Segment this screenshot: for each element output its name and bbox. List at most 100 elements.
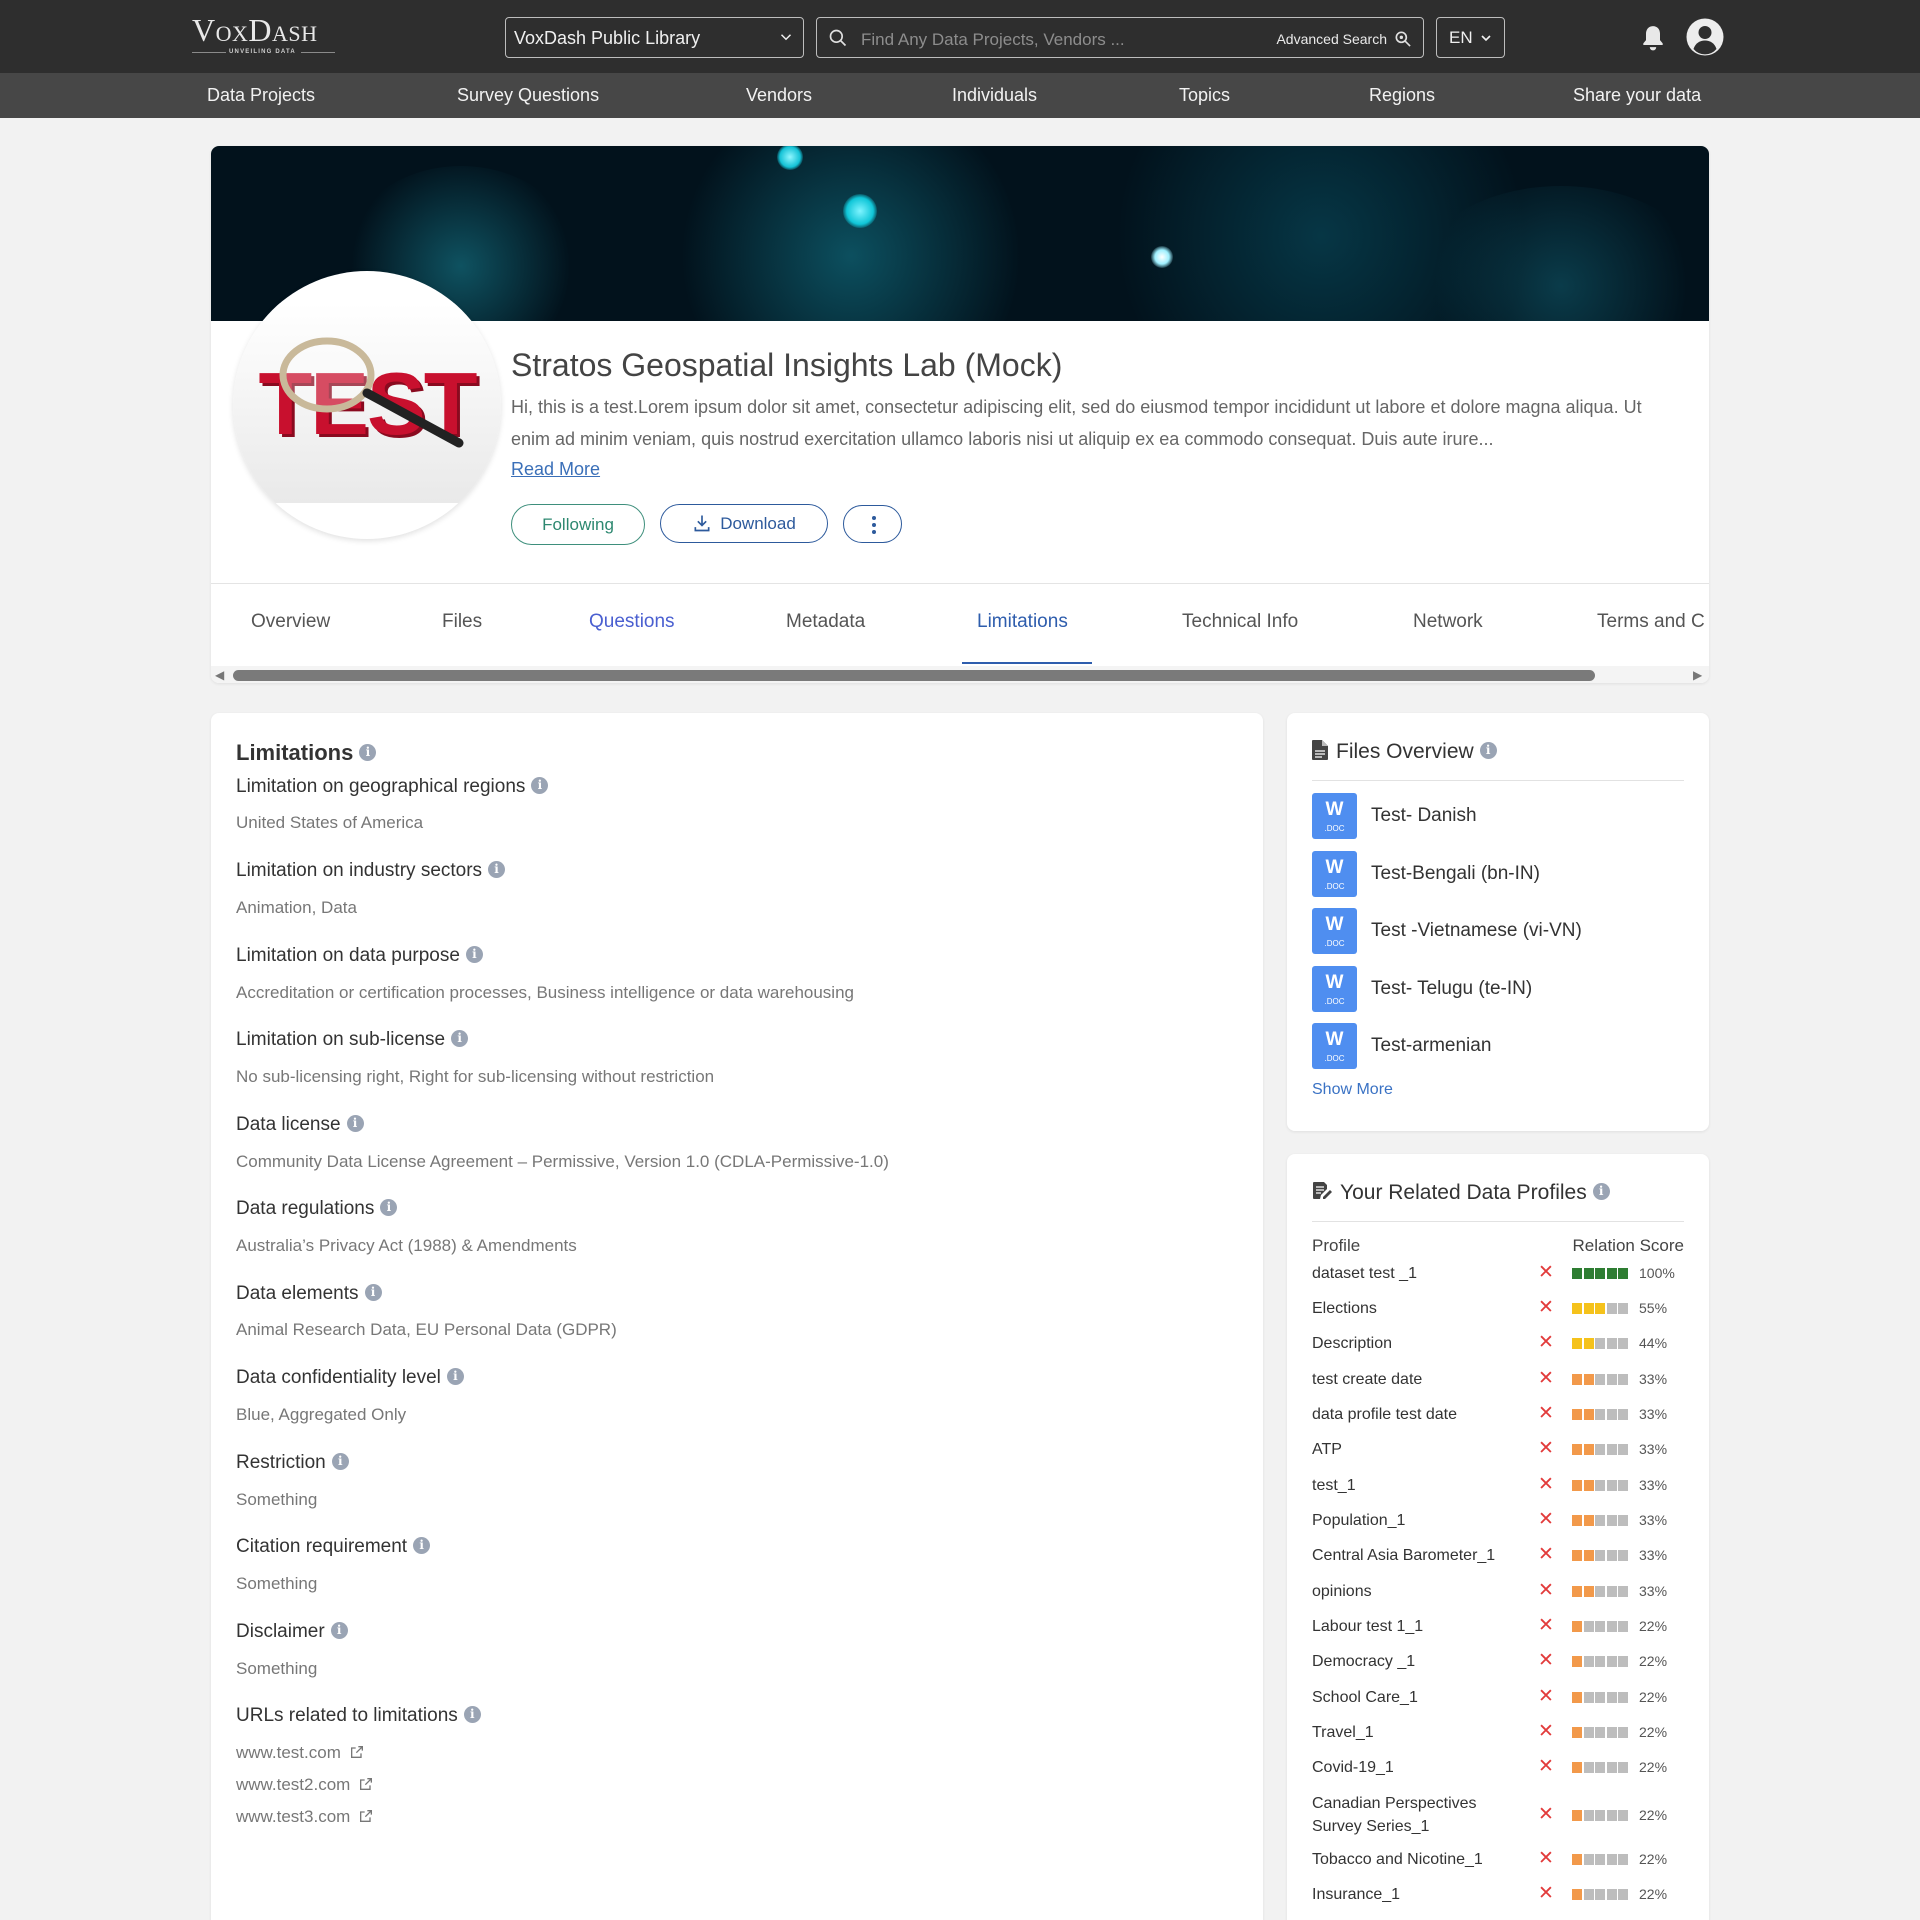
- related-profile-row[interactable]: test create date ✕ 33%: [1312, 1368, 1684, 1391]
- related-profile-name[interactable]: Description: [1312, 1332, 1517, 1355]
- logo[interactable]: VoxDash: [192, 14, 318, 46]
- related-profile-row[interactable]: test_1 ✕ 33%: [1312, 1474, 1684, 1497]
- remove-icon[interactable]: ✕: [1538, 1404, 1554, 1424]
- scroll-right-icon[interactable]: ▶: [1693, 668, 1702, 682]
- related-profile-row[interactable]: Population_1 ✕ 33%: [1312, 1509, 1684, 1532]
- related-profile-name[interactable]: opinions: [1312, 1580, 1517, 1603]
- related-profile-row[interactable]: Elections ✕ 55%: [1312, 1297, 1684, 1320]
- file-item[interactable]: W .DOC Test- Danish: [1312, 793, 1684, 839]
- info-icon[interactable]: i: [331, 1452, 349, 1470]
- tab-files[interactable]: Files: [442, 611, 482, 633]
- related-profile-name[interactable]: Canadian Perspectives Survey Series_1: [1312, 1792, 1517, 1838]
- info-icon[interactable]: i: [531, 776, 549, 794]
- related-profile-name[interactable]: Elections: [1312, 1297, 1517, 1320]
- remove-icon[interactable]: ✕: [1538, 1333, 1554, 1353]
- related-profile-row[interactable]: opinions ✕ 33%: [1312, 1580, 1684, 1603]
- download-button[interactable]: Download: [660, 504, 828, 543]
- remove-icon[interactable]: ✕: [1538, 1510, 1554, 1530]
- remove-icon[interactable]: ✕: [1538, 1651, 1554, 1671]
- limitation-url[interactable]: www.test3.com: [236, 1807, 374, 1827]
- user-avatar-icon[interactable]: [1686, 18, 1724, 56]
- file-name[interactable]: Test-Bengali (bn-IN): [1371, 863, 1540, 885]
- remove-icon[interactable]: ✕: [1538, 1369, 1554, 1389]
- info-icon[interactable]: i: [330, 1621, 348, 1639]
- url-text[interactable]: www.test2.com: [236, 1775, 350, 1794]
- related-profile-row[interactable]: Labour test 1_1 ✕ 22%: [1312, 1615, 1684, 1638]
- nav-vendors[interactable]: Vendors: [746, 85, 812, 106]
- info-icon[interactable]: i: [463, 1705, 481, 1723]
- external-link-icon[interactable]: [349, 1744, 365, 1760]
- related-profile-name[interactable]: ATP: [1312, 1438, 1517, 1461]
- info-icon[interactable]: i: [1592, 1183, 1610, 1201]
- tab-questions[interactable]: Questions: [589, 611, 675, 633]
- search-input[interactable]: Find Any Data Projects, Vendors ...: [861, 30, 1125, 50]
- related-profile-row[interactable]: Democracy _1 ✕ 22%: [1312, 1650, 1684, 1673]
- scroll-left-icon[interactable]: ◀: [215, 668, 224, 682]
- file-name[interactable]: Test- Telugu (te-IN): [1371, 978, 1532, 1000]
- file-item[interactable]: W .DOC Test- Telugu (te-IN): [1312, 966, 1684, 1012]
- url-text[interactable]: www.test3.com: [236, 1807, 350, 1826]
- related-profile-row[interactable]: Insurance_1 ✕ 22%: [1312, 1883, 1684, 1906]
- related-profile-row[interactable]: Tobacco and Nicotine_1 ✕ 22%: [1312, 1848, 1684, 1871]
- remove-icon[interactable]: ✕: [1538, 1849, 1554, 1869]
- file-name[interactable]: Test-armenian: [1371, 1035, 1491, 1057]
- show-more-link[interactable]: Show More: [1312, 1081, 1393, 1099]
- external-link-icon[interactable]: [358, 1776, 374, 1792]
- tab-terms[interactable]: Terms and C: [1597, 611, 1705, 633]
- remove-icon[interactable]: ✕: [1538, 1884, 1554, 1904]
- related-profile-name[interactable]: Labour test 1_1: [1312, 1615, 1517, 1638]
- related-profile-row[interactable]: Canadian Perspectives Survey Series_1 ✕ 22…: [1312, 1792, 1684, 1838]
- related-profile-row[interactable]: data profile test date ✕ 33%: [1312, 1403, 1684, 1426]
- related-profile-row[interactable]: Central Asia Barometer_1 ✕ 33%: [1312, 1544, 1684, 1567]
- notification-bell-icon[interactable]: [1640, 24, 1666, 52]
- related-profile-name[interactable]: Insurance_1: [1312, 1883, 1517, 1906]
- tab-limitations[interactable]: Limitations: [977, 611, 1068, 633]
- info-icon[interactable]: i: [488, 860, 506, 878]
- tab-metadata[interactable]: Metadata: [786, 611, 865, 633]
- related-profile-row[interactable]: dataset test _1 ✕ 100%: [1312, 1262, 1684, 1285]
- external-link-icon[interactable]: [358, 1808, 374, 1824]
- related-profile-name[interactable]: Travel_1: [1312, 1721, 1517, 1744]
- remove-icon[interactable]: ✕: [1538, 1722, 1554, 1742]
- search-box[interactable]: Find Any Data Projects, Vendors ... Adva…: [816, 17, 1424, 58]
- related-profile-row[interactable]: Description ✕ 44%: [1312, 1332, 1684, 1355]
- nav-data-projects[interactable]: Data Projects: [207, 85, 315, 106]
- info-icon[interactable]: i: [380, 1198, 398, 1216]
- related-profile-name[interactable]: Democracy _1: [1312, 1650, 1517, 1673]
- related-profile-name[interactable]: Tobacco and Nicotine_1: [1312, 1848, 1517, 1871]
- remove-icon[interactable]: ✕: [1538, 1298, 1554, 1318]
- related-profile-name[interactable]: Covid-19_1: [1312, 1756, 1517, 1779]
- related-profile-row[interactable]: Covid-19_1 ✕ 22%: [1312, 1756, 1684, 1779]
- tab-technical-info[interactable]: Technical Info: [1182, 611, 1298, 633]
- more-options-button[interactable]: [843, 505, 902, 543]
- remove-icon[interactable]: ✕: [1538, 1545, 1554, 1565]
- nav-individuals[interactable]: Individuals: [952, 85, 1037, 106]
- info-icon[interactable]: i: [465, 945, 483, 963]
- remove-icon[interactable]: ✕: [1538, 1757, 1554, 1777]
- related-profile-row[interactable]: School Care_1 ✕ 22%: [1312, 1686, 1684, 1709]
- info-icon[interactable]: i: [359, 744, 377, 762]
- tab-network[interactable]: Network: [1413, 611, 1483, 633]
- following-button[interactable]: Following: [511, 504, 645, 545]
- related-profile-name[interactable]: Central Asia Barometer_1: [1312, 1544, 1517, 1567]
- url-text[interactable]: www.test.com: [236, 1743, 341, 1762]
- library-select[interactable]: VoxDash Public Library: [505, 17, 804, 58]
- related-profile-name[interactable]: data profile test date: [1312, 1403, 1517, 1426]
- tabs-scrollbar-thumb[interactable]: [233, 670, 1595, 681]
- file-item[interactable]: W .DOC Test-Bengali (bn-IN): [1312, 851, 1684, 897]
- related-profile-row[interactable]: ATP ✕ 33%: [1312, 1438, 1684, 1461]
- related-profile-name[interactable]: test create date: [1312, 1368, 1517, 1391]
- info-icon[interactable]: i: [1479, 742, 1497, 760]
- file-name[interactable]: Test -Vietnamese (vi-VN): [1371, 920, 1582, 942]
- nav-survey-questions[interactable]: Survey Questions: [457, 85, 599, 106]
- info-icon[interactable]: i: [364, 1283, 382, 1301]
- remove-icon[interactable]: ✕: [1538, 1616, 1554, 1636]
- related-profile-name[interactable]: dataset test _1: [1312, 1262, 1517, 1285]
- remove-icon[interactable]: ✕: [1538, 1581, 1554, 1601]
- advanced-search-icon[interactable]: [1393, 29, 1413, 49]
- related-profile-name[interactable]: test_1: [1312, 1474, 1517, 1497]
- related-profile-name[interactable]: Population_1: [1312, 1509, 1517, 1532]
- remove-icon[interactable]: ✕: [1538, 1439, 1554, 1459]
- info-icon[interactable]: i: [451, 1029, 469, 1047]
- remove-icon[interactable]: ✕: [1538, 1263, 1554, 1283]
